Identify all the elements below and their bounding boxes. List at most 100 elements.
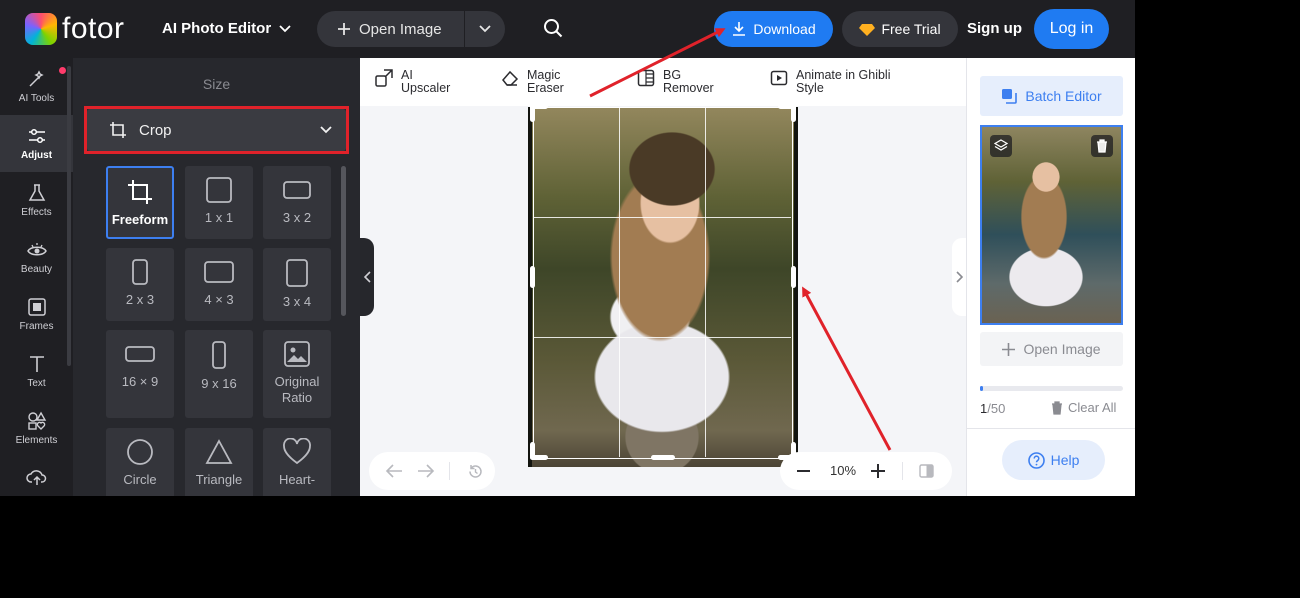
download-button[interactable]: Download: [714, 11, 833, 47]
open-image-control: Open Image: [317, 11, 505, 47]
divider: [449, 462, 450, 480]
ratio-2x3[interactable]: 2 x 3: [106, 248, 174, 321]
ratio-3x2[interactable]: 3 x 2: [263, 166, 331, 239]
redo-arrow-icon[interactable]: [417, 463, 435, 479]
expand-right-panel-button[interactable]: [952, 238, 966, 316]
help-circle-icon: [1027, 451, 1045, 469]
crop-handle-right[interactable]: [791, 266, 796, 288]
ratio-16x9[interactable]: 16 × 9: [106, 330, 174, 418]
panel-scrollbar[interactable]: [341, 166, 346, 316]
tool-label: AI Upscaler: [401, 68, 451, 95]
tool-label: BG Remover: [663, 68, 714, 95]
text-icon: [29, 356, 44, 372]
collapse-panel-button[interactable]: [360, 238, 374, 316]
rail-item-elements[interactable]: Elements: [0, 400, 73, 457]
plus-icon: [338, 23, 350, 35]
rail-item-frames[interactable]: Frames: [0, 286, 73, 343]
chevron-down-icon: [320, 126, 332, 134]
rail-item-beauty[interactable]: Beauty: [0, 229, 73, 286]
layers-button[interactable]: [990, 135, 1012, 157]
rail-label: Beauty: [20, 264, 53, 275]
crop-panel: Size Crop Freeform 1 x 1 3 x 2 2 x 3 4 ×…: [73, 58, 360, 496]
help-label: Help: [1050, 452, 1080, 468]
crop-handle-left[interactable]: [530, 266, 535, 288]
top-bar: fotor AI Photo Editor Open Image Downloa…: [0, 0, 1135, 58]
search-button[interactable]: [542, 17, 566, 41]
free-trial-button[interactable]: Free Trial: [842, 11, 958, 47]
rail-item-upload[interactable]: [0, 457, 73, 496]
circle-icon: [127, 439, 153, 465]
clear-all-button[interactable]: Clear All: [1051, 400, 1116, 415]
magic-eraser-tool[interactable]: Magic Eraser: [501, 69, 577, 94]
ratio-label: Freeform: [111, 212, 169, 227]
open-image-dropdown[interactable]: [465, 11, 505, 47]
ratio-3x4[interactable]: 3 x 4: [263, 248, 331, 321]
plus-icon: [1002, 342, 1016, 356]
ratio-label: 16 × 9: [121, 374, 159, 389]
download-icon: [733, 22, 746, 36]
zoom-in-icon[interactable]: [871, 464, 885, 478]
sliders-icon: [28, 128, 45, 144]
tall-rect-icon: [212, 341, 226, 369]
layers-stack-icon: [1002, 89, 1018, 104]
animate-ghibli-tool[interactable]: Animate in Ghibli Style: [770, 69, 908, 94]
right-open-image-button[interactable]: Open Image: [980, 332, 1123, 366]
ratio-heart[interactable]: Heart-: [263, 428, 331, 496]
compare-icon[interactable]: [919, 464, 934, 478]
crop-label: Crop: [139, 121, 172, 139]
crop-handle-top-right[interactable]: [791, 104, 796, 122]
bg-remover-tool[interactable]: BG Remover: [637, 69, 723, 94]
frame-icon: [27, 298, 46, 316]
ratio-triangle[interactable]: Triangle: [185, 428, 253, 496]
ratio-freeform[interactable]: Freeform: [106, 166, 174, 239]
rail-scrollbar[interactable]: [67, 66, 71, 366]
undo-arrow-icon[interactable]: [385, 463, 403, 479]
image-thumbnail[interactable]: [980, 125, 1123, 325]
batch-editor-button[interactable]: Batch Editor: [980, 76, 1123, 116]
notification-dot: [59, 67, 66, 74]
crop-handle-bottom-left[interactable]: [530, 442, 535, 460]
wide-rect-icon: [125, 346, 155, 362]
help-button[interactable]: Help: [1002, 440, 1105, 480]
crop-handle-bottom[interactable]: [651, 455, 675, 460]
brand-name[interactable]: fotor: [62, 12, 125, 46]
ratio-9x16[interactable]: 9 x 16: [185, 330, 253, 418]
fotor-logo-icon[interactable]: [25, 13, 57, 45]
open-image-button[interactable]: Open Image: [317, 11, 465, 47]
zoom-out-icon[interactable]: [797, 470, 810, 472]
log-in-button[interactable]: Log in: [1034, 9, 1109, 49]
rail-label: Frames: [19, 321, 54, 332]
ratio-original[interactable]: Original Ratio: [263, 330, 331, 418]
fotor-app: fotor AI Photo Editor Open Image Downloa…: [0, 0, 1135, 496]
crop-frame[interactable]: [533, 107, 793, 459]
crop-dropdown[interactable]: Crop: [87, 109, 346, 151]
ai-photo-editor-menu[interactable]: AI Photo Editor: [162, 20, 291, 37]
ratio-1x1[interactable]: 1 x 1: [185, 166, 253, 239]
zoom-level: 10%: [829, 463, 857, 478]
ratio-circle[interactable]: Circle: [106, 428, 174, 496]
reset-history-icon[interactable]: [467, 463, 484, 480]
tool-rail: AI Tools Adjust Effects Beauty Frames Te…: [0, 58, 73, 496]
crop-grid-line: [705, 108, 706, 457]
rail-item-effects[interactable]: Effects: [0, 172, 73, 229]
panel-title: Size: [202, 76, 231, 92]
divider: [967, 428, 1135, 429]
search-icon: [544, 19, 563, 38]
upscale-icon: [375, 69, 393, 87]
sign-up-link[interactable]: Sign up: [967, 20, 1022, 37]
ratio-4x3[interactable]: 4 × 3: [185, 248, 253, 321]
rail-item-text[interactable]: Text: [0, 343, 73, 400]
shapes-icon: [27, 411, 46, 430]
right-panel: Batch Editor Open Image 1/50 Clear All H…: [966, 58, 1135, 496]
batch-editor-label: Batch Editor: [1025, 88, 1102, 104]
crop-icon: [128, 180, 152, 204]
clear-all-label: Clear All: [1068, 400, 1117, 415]
crop-handle-top-left[interactable]: [530, 104, 535, 122]
ratio-label: 9 x 16: [201, 376, 237, 391]
rail-item-adjust[interactable]: Adjust: [0, 115, 73, 172]
trash-icon: [1097, 139, 1107, 153]
trash-icon: [1052, 400, 1062, 415]
rail-label: AI Tools: [18, 93, 55, 104]
ai-upscaler-tool[interactable]: AI Upscaler: [375, 69, 461, 94]
delete-image-button[interactable]: [1091, 135, 1113, 157]
